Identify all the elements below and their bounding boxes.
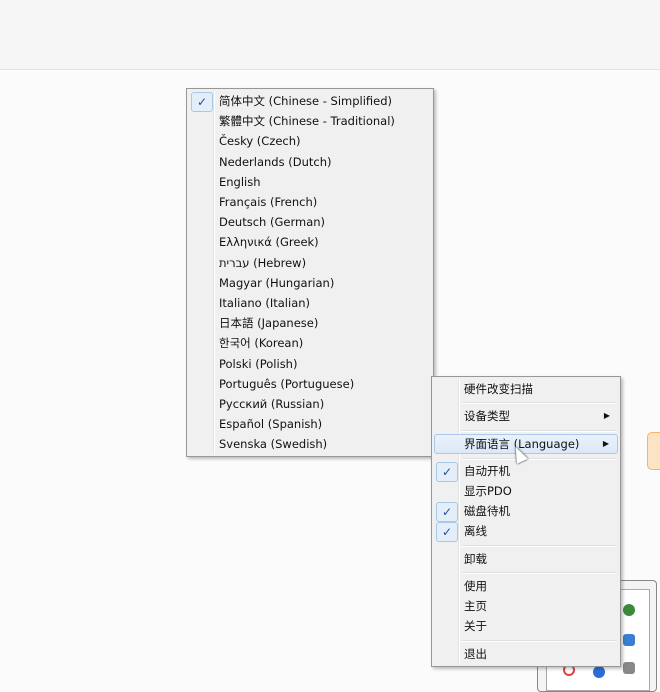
language-label: Français (French) [219, 195, 318, 209]
language-label: Español (Spanish) [219, 417, 323, 432]
language-option[interactable]: עברית (Hebrew) [189, 253, 431, 273]
menu-label: 退出 [464, 647, 487, 661]
menu-label: 卸载 [464, 552, 487, 566]
language-option[interactable]: 한국어 (Korean) [189, 333, 431, 353]
menu-label: 离线 [464, 524, 487, 538]
menu-item-disk-standby[interactable]: ✓ 磁盘待机 [434, 501, 618, 522]
menu-label: 主页 [464, 599, 487, 613]
menu-label: 磁盘待机 [464, 504, 510, 518]
language-option[interactable]: English [189, 172, 431, 192]
language-label: Magyar (Hungarian) [219, 275, 335, 290]
menu-label: 显示PDO [464, 484, 512, 498]
language-label: 日本語 (Japanese) [219, 316, 319, 331]
language-label: Русский (Russian) [219, 397, 325, 411]
language-option[interactable]: Deutsch (German) [189, 212, 431, 232]
language-option[interactable]: Ελληνικά (Greek) [189, 232, 431, 252]
menu-separator [462, 545, 616, 547]
menu-item-device-type[interactable]: 设备类型 ▶ [434, 406, 618, 426]
blue-tray-icon[interactable] [623, 634, 635, 646]
check-icon: ✓ [436, 522, 458, 542]
menu-separator [462, 430, 616, 432]
menu-label: 关于 [464, 619, 487, 633]
menu-label: 设备类型 [464, 409, 510, 423]
menu-label: 硬件改变扫描 [464, 382, 533, 396]
menu-item-language[interactable]: 界面语言 (Language) ▶ [434, 434, 618, 454]
language-option[interactable]: Svenska (Swedish) [189, 434, 431, 454]
window-header-area [0, 0, 660, 70]
globe-tray-icon[interactable] [623, 604, 635, 616]
menu-item-uninstall[interactable]: 卸载 [434, 549, 618, 569]
language-label: Deutsch (German) [219, 215, 326, 230]
language-label: Polski (Polish) [219, 356, 298, 371]
menu-separator [462, 458, 616, 460]
submenu-arrow-icon: ▶ [602, 439, 609, 448]
submenu-arrow-icon: ▶ [603, 411, 610, 420]
language-label: Ελληνικά (Greek) [219, 235, 319, 250]
check-icon: ✓ [191, 92, 213, 112]
menu-separator [462, 572, 616, 574]
language-option[interactable]: 日本語 (Japanese) [189, 313, 431, 333]
language-label: 한국어 (Korean) [219, 336, 304, 351]
orange-app-icon[interactable] [647, 432, 660, 470]
language-label: Português (Portuguese) [219, 376, 355, 391]
menu-item-show-pdo[interactable]: 显示PDO [434, 481, 618, 501]
language-option[interactable]: Português (Portuguese) [189, 374, 431, 394]
language-label: Nederlands (Dutch) [219, 154, 332, 169]
menu-item-rescan[interactable]: 硬件改变扫描 [434, 379, 618, 399]
context-menu: 硬件改变扫描 设备类型 ▶ 界面语言 (Language) ▶ ✓ 自动开机 显示PD… [431, 376, 621, 667]
language-label: English [219, 174, 261, 189]
menu-label: 使用 [464, 579, 487, 593]
language-option[interactable]: ✓ 简体中文 (Chinese - Simplified) [189, 91, 431, 112]
language-option[interactable]: Magyar (Hungarian) [189, 273, 431, 293]
language-option[interactable]: Español (Spanish) [189, 414, 431, 434]
language-label: Česky (Czech) [219, 134, 301, 149]
language-option[interactable]: Nederlands (Dutch) [189, 152, 431, 172]
language-label: Svenska (Swedish) [219, 437, 328, 452]
language-option[interactable]: Français (French) [189, 192, 431, 212]
language-submenu: ✓ 简体中文 (Chinese - Simplified) 繁體中文 (Chines… [186, 88, 434, 457]
menu-separator [462, 402, 616, 404]
language-label: 简体中文 (Chinese - Simplified) [219, 94, 393, 108]
language-option[interactable]: 繁體中文 (Chinese - Traditional) [189, 111, 431, 131]
language-option[interactable]: Русский (Russian) [189, 394, 431, 414]
device-tray-icon[interactable] [623, 662, 635, 674]
menu-separator [462, 640, 616, 642]
cloud-tray-icon[interactable] [593, 666, 605, 678]
menu-item-homepage[interactable]: 主页 [434, 596, 618, 616]
menu-label: 自动开机 [464, 464, 510, 478]
menu-item-autostart[interactable]: ✓ 自动开机 [434, 461, 618, 482]
check-icon: ✓ [436, 502, 458, 522]
menu-item-usage[interactable]: 使用 [434, 576, 618, 596]
menu-item-offline[interactable]: ✓ 离线 [434, 521, 618, 542]
menu-item-exit[interactable]: 退出 [434, 644, 618, 664]
menu-item-about[interactable]: 关于 [434, 616, 618, 636]
language-label: Italiano (Italian) [219, 296, 311, 310]
check-icon: ✓ [436, 462, 458, 482]
language-option[interactable]: Česky (Czech) [189, 131, 431, 151]
language-label: עברית (Hebrew) [219, 255, 307, 270]
language-option[interactable]: Italiano (Italian) [189, 293, 431, 313]
language-label: 繁體中文 (Chinese - Traditional) [219, 114, 395, 129]
language-option[interactable]: Polski (Polish) [189, 354, 431, 374]
